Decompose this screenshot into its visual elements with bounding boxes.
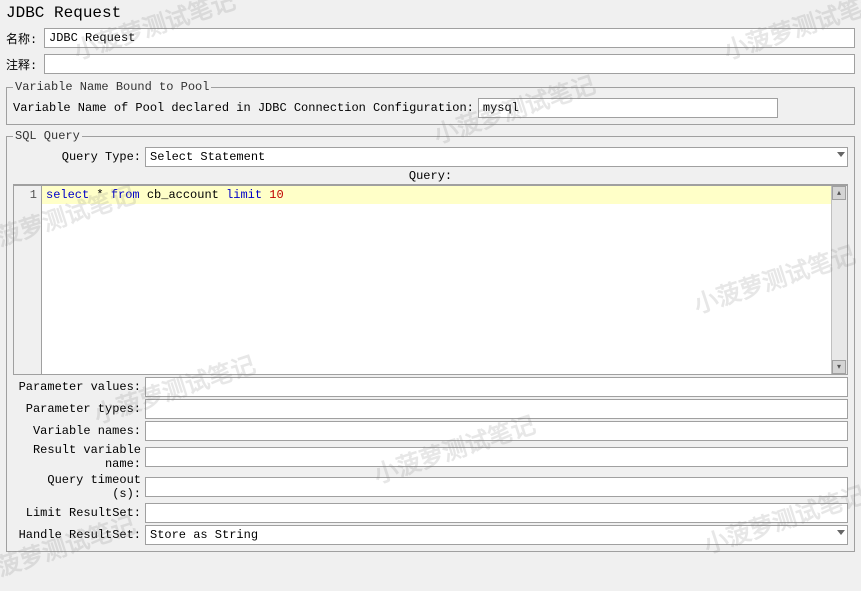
parameter-types-label: Parameter types: [13,402,141,416]
variable-pool-fieldset: Variable Name Bound to Pool Variable Nam… [6,80,855,125]
query-type-select[interactable] [145,147,848,167]
pool-input[interactable] [478,98,778,118]
limit-resultset-label: Limit ResultSet: [13,506,141,520]
editor-gutter: 1 [14,186,42,374]
variable-names-input[interactable] [145,421,848,441]
vertical-scrollbar[interactable]: ▴ ▾ [831,186,847,374]
scroll-up-icon[interactable]: ▴ [832,186,846,200]
line-number: 1 [14,188,37,202]
query-type-value[interactable] [145,147,848,167]
result-variable-name-input[interactable] [145,447,848,467]
parameter-types-input[interactable] [145,399,848,419]
comments-row: 注释: [6,54,855,74]
editor-line-1[interactable]: select * from cb_account limit 10 [42,186,831,204]
sql-query-legend: SQL Query [13,129,82,143]
parameter-values-input[interactable] [145,377,848,397]
query-timeout-input[interactable] [145,477,848,497]
query-type-label: Query Type: [13,150,141,164]
query-editor[interactable]: 1 select * from cb_account limit 10 ▴ ▾ [13,185,848,375]
name-input[interactable] [44,28,855,48]
handle-resultset-select[interactable] [145,525,848,545]
jdbc-request-panel: JDBC Request 名称: 注释: Variable Name Bound… [0,0,861,541]
comments-input[interactable] [44,54,855,74]
editor-body[interactable]: select * from cb_account limit 10 [42,186,831,374]
handle-resultset-label: Handle ResultSet: [13,528,141,542]
variable-pool-legend: Variable Name Bound to Pool [13,80,211,94]
name-label: 名称: [6,30,40,47]
scroll-down-icon[interactable]: ▾ [832,360,846,374]
query-timeout-label: Query timeout (s): [13,473,141,501]
handle-resultset-value[interactable] [145,525,848,545]
query-header: Query: [13,169,848,185]
panel-title: JDBC Request [6,4,855,22]
limit-resultset-input[interactable] [145,503,848,523]
result-variable-name-label: Result variable name: [13,443,141,471]
name-row: 名称: [6,28,855,48]
comments-label: 注释: [6,56,40,73]
sql-query-fieldset: SQL Query Query Type: Query: 1 select * … [6,129,855,552]
variable-names-label: Variable names: [13,424,141,438]
parameter-values-label: Parameter values: [13,380,141,394]
pool-label: Variable Name of Pool declared in JDBC C… [13,101,474,115]
